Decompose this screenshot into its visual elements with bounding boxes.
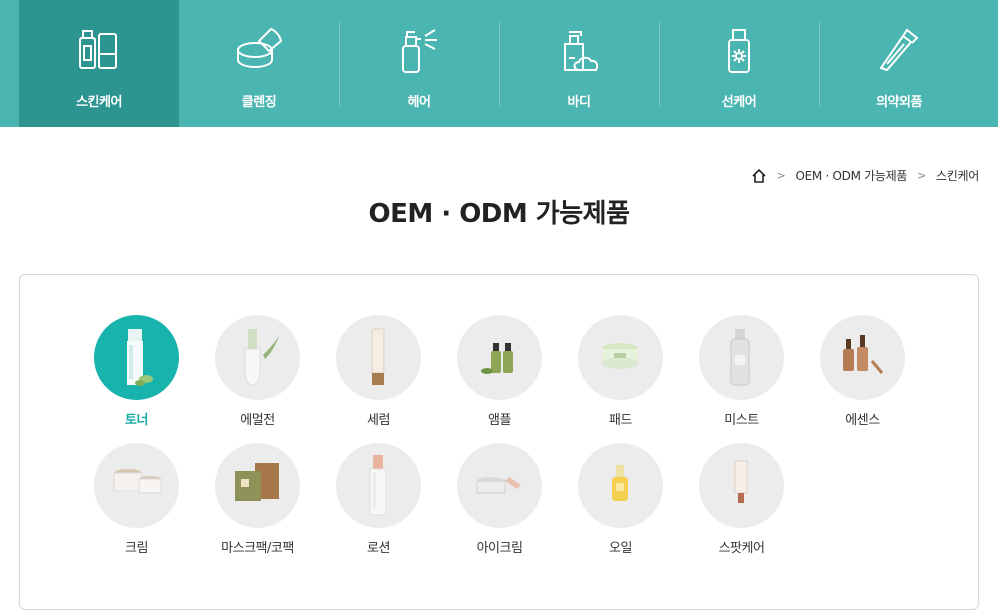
- product-label: 로션: [367, 541, 390, 556]
- product-image: [820, 315, 905, 400]
- breadcrumb-item[interactable]: OEM · ODM 가능제품: [795, 167, 907, 184]
- serum-bottle-icon: [371, 328, 385, 385]
- emulsion-bottle-icon: [244, 329, 279, 386]
- product-eye-cream[interactable]: 아이크림: [439, 443, 560, 556]
- product-image: [578, 443, 663, 528]
- tube-icon: [879, 28, 919, 72]
- product-image: [215, 443, 300, 528]
- category-label: 의약외품: [876, 95, 922, 110]
- product-image: [699, 443, 784, 528]
- category-tab-suncare[interactable]: 선케어: [659, 0, 819, 127]
- essence-bottles-icon: [843, 335, 884, 374]
- product-label: 앰플: [488, 413, 511, 428]
- product-label: 토너: [125, 413, 148, 428]
- product-panel: 토너 에멀전 세럼 앰플 패드 미스트 에센스 크림 마스크팩/코팩 로션 아이…: [19, 274, 979, 610]
- product-grid: 토너 에멀전 세럼 앰플 패드 미스트 에센스 크림 마스크팩/코팩 로션 아이…: [76, 315, 936, 556]
- category-tab-skincare[interactable]: 스킨케어: [19, 0, 179, 127]
- product-mask-pack[interactable]: 마스크팩/코팩: [197, 443, 318, 556]
- home-icon[interactable]: [751, 168, 767, 184]
- body-pump-icon: [564, 31, 599, 71]
- cream-jar-icon: [113, 469, 162, 494]
- product-emulsion[interactable]: 에멀전: [197, 315, 318, 428]
- product-label: 에센스: [845, 413, 880, 428]
- product-serum[interactable]: 세럼: [318, 315, 439, 428]
- product-oil[interactable]: 오일: [560, 443, 681, 556]
- product-image: [457, 443, 542, 528]
- product-spot-care[interactable]: 스팟케어: [681, 443, 802, 556]
- product-image: [699, 315, 784, 400]
- product-toner[interactable]: 토너: [76, 315, 197, 428]
- product-image: [336, 443, 421, 528]
- breadcrumb-item[interactable]: 스킨케어: [936, 167, 979, 184]
- product-mist[interactable]: 미스트: [681, 315, 802, 428]
- suncare-bottle-icon: [728, 29, 750, 73]
- product-label: 패드: [609, 413, 632, 428]
- category-tab-body[interactable]: 바디: [499, 0, 659, 127]
- category-label: 헤어: [407, 95, 431, 110]
- category-tab-hair[interactable]: 헤어: [339, 0, 499, 127]
- category-label: 스킨케어: [76, 95, 122, 110]
- product-image: [94, 315, 179, 400]
- product-lotion[interactable]: 로션: [318, 443, 439, 556]
- ampoule-bottles-icon: [481, 343, 513, 374]
- product-label: 세럼: [367, 413, 390, 428]
- oil-bottle-icon: [612, 465, 628, 501]
- chevron-right-icon: >: [917, 169, 927, 182]
- breadcrumb: > OEM · ODM 가능제품 > 스킨케어: [751, 167, 979, 184]
- product-label: 스팟케어: [718, 541, 765, 556]
- lotion-bottle-icon: [369, 455, 387, 516]
- category-label: 클렌징: [241, 95, 277, 110]
- product-label: 아이크림: [476, 541, 523, 556]
- mist-bottle-icon: [730, 329, 750, 386]
- category-label: 바디: [567, 95, 591, 110]
- product-ampoule[interactable]: 앰플: [439, 315, 560, 428]
- product-label: 미스트: [724, 413, 759, 428]
- product-cream[interactable]: 크림: [76, 443, 197, 556]
- product-image: [94, 443, 179, 528]
- product-image: [336, 315, 421, 400]
- product-image: [215, 315, 300, 400]
- product-essence[interactable]: 에센스: [802, 315, 923, 428]
- product-label: 크림: [125, 541, 148, 556]
- cleansing-jar-icon: [237, 27, 283, 69]
- product-label: 오일: [609, 541, 632, 556]
- mask-pack-icon: [235, 463, 279, 501]
- category-label: 선케어: [721, 95, 757, 110]
- product-image: [578, 315, 663, 400]
- pad-jar-icon: [602, 343, 638, 369]
- toner-bottle-icon: [127, 329, 153, 386]
- category-nav: 스킨케어 클렌징 헤어 바디 선케어 의약외품: [0, 0, 998, 127]
- product-pad[interactable]: 패드: [560, 315, 681, 428]
- product-label: 마스크팩/코팩: [221, 541, 294, 556]
- eye-cream-jar-icon: [476, 477, 521, 494]
- product-label: 에멀전: [240, 413, 275, 428]
- page-title: OEM · ODM 가능제품: [368, 199, 630, 229]
- product-image: [457, 315, 542, 400]
- chevron-right-icon: >: [776, 169, 786, 182]
- hair-spray-icon: [402, 29, 437, 73]
- category-tab-cleansing[interactable]: 클렌징: [179, 0, 339, 127]
- spot-care-tube-icon: [734, 460, 748, 503]
- skincare-bottles-icon: [79, 30, 117, 69]
- category-tab-quasi-drug[interactable]: 의약외품: [819, 0, 979, 127]
